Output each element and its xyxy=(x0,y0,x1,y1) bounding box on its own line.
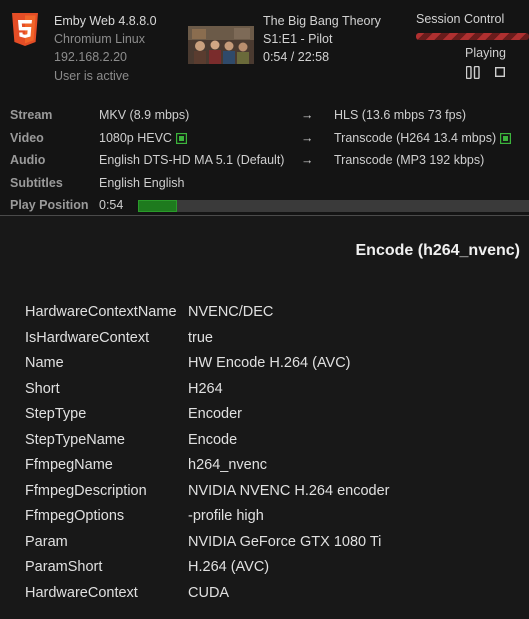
stat-target: Transcode (MP3 192 kbps) xyxy=(334,153,485,167)
property-key: Short xyxy=(25,381,60,397)
property-value: h264_nvenc xyxy=(188,457,268,473)
property-key: StepTypeName xyxy=(25,432,125,448)
playback-state: Playing xyxy=(465,46,506,60)
property-key: HardwareContext xyxy=(25,585,138,601)
client-app-name: Emby Web 4.8.8.0 xyxy=(54,14,157,28)
property-row: HardwareContext CUDA xyxy=(0,585,529,609)
stat-label: Stream xyxy=(10,108,53,122)
media-thumbnail[interactable] xyxy=(188,26,254,64)
property-row: FfmpegDescription NVIDIA NVENC H.264 enco… xyxy=(0,483,529,507)
stat-source: English English xyxy=(99,176,185,190)
property-value: Encode xyxy=(188,432,238,448)
hardware-chip-icon xyxy=(175,133,187,144)
stat-target: Transcode (H264 13.4 mbps) xyxy=(334,131,497,145)
property-value: H.264 (AVC) xyxy=(188,559,270,575)
media-episode: S1:E1 - Pilot xyxy=(263,32,333,47)
pause-icon[interactable] xyxy=(466,66,480,79)
stat-label: Subtitles xyxy=(10,176,63,190)
property-row: StepType Encoder xyxy=(0,406,529,430)
property-row: HardwareContextName NVENC/DEC xyxy=(0,304,529,328)
arrow-icon: → xyxy=(301,131,314,145)
stat-source: 1080p HEVC xyxy=(99,131,172,145)
stat-target: HLS (13.6 mbps 73 fps) xyxy=(334,108,467,122)
property-key: FfmpegDescription xyxy=(25,483,147,499)
property-key: Name xyxy=(25,355,64,371)
media-time: 0:54 / 22:58 xyxy=(263,50,330,65)
stat-row-audio: Audio English DTS-HD MA 5.1 (Default) → … xyxy=(0,153,529,171)
client-os: Chromium Linux xyxy=(54,32,146,47)
divider xyxy=(0,215,529,216)
session-panel: Emby Web 4.8.8.0 Chromium Linux 192.168.… xyxy=(0,0,529,215)
property-value: -profile high xyxy=(188,508,264,524)
property-key: IsHardwareContext xyxy=(25,330,150,346)
stat-source: English DTS-HD MA 5.1 (Default) xyxy=(99,153,285,167)
media-title[interactable]: The Big Bang Theory xyxy=(263,12,381,30)
property-value: Encoder xyxy=(188,406,243,422)
play-position-bar[interactable] xyxy=(138,200,529,212)
stat-label: Play Position xyxy=(10,198,89,212)
play-position-fill xyxy=(138,200,177,212)
stop-icon[interactable] xyxy=(495,67,505,77)
property-value: CUDA xyxy=(188,585,230,601)
hardware-chip-icon xyxy=(500,133,512,144)
stat-source-wrap: 1080p HEVC xyxy=(99,131,187,145)
property-value: NVIDIA GeForce GTX 1080 Ti xyxy=(188,534,382,550)
property-row: FfmpegName h264_nvenc xyxy=(0,457,529,481)
property-key: Param xyxy=(25,534,68,550)
stat-target-wrap: Transcode (H264 13.4 mbps) xyxy=(334,131,512,145)
property-value: true xyxy=(188,330,213,346)
property-row: ParamShort H.264 (AVC) xyxy=(0,559,529,583)
client-status: User is active xyxy=(54,68,130,83)
property-key: HardwareContextName xyxy=(25,304,177,320)
property-row: Name HW Encode H.264 (AVC) xyxy=(0,355,529,379)
stat-source: MKV (8.9 mbps) xyxy=(99,108,190,122)
property-row: FfmpegOptions -profile high xyxy=(0,508,529,532)
property-key: FfmpegName xyxy=(25,457,113,473)
arrow-icon: → xyxy=(301,153,314,167)
stat-row-stream: Stream MKV (8.9 mbps) → HLS (13.6 mbps 7… xyxy=(0,108,529,126)
property-value: NVENC/DEC xyxy=(188,304,274,320)
property-key: StepType xyxy=(25,406,87,422)
stat-label: Audio xyxy=(10,153,46,167)
property-value: NVIDIA NVENC H.264 encoder xyxy=(188,483,390,499)
property-value: H264 xyxy=(188,381,223,397)
session-control-title: Session Control xyxy=(416,12,505,26)
property-key: ParamShort xyxy=(25,559,103,575)
property-key: FfmpegOptions xyxy=(25,508,125,524)
arrow-icon: → xyxy=(301,108,314,122)
encode-section-title: Encode (h264_nvenc) xyxy=(355,242,521,259)
stat-row-subtitles: Subtitles English English xyxy=(0,176,529,194)
client-ip: 192.168.2.20 xyxy=(54,50,127,65)
property-row: Param NVIDIA GeForce GTX 1080 Ti xyxy=(0,534,529,558)
property-value: HW Encode H.264 (AVC) xyxy=(188,355,351,371)
stat-row-video: Video 1080p HEVC → Transcode (H264 13.4 … xyxy=(0,131,529,149)
property-row: IsHardwareContext true xyxy=(0,330,529,354)
property-row: Short H264 xyxy=(0,381,529,405)
now-playing-info: The Big Bang Theory S1:E1 - Pilot 0:54 /… xyxy=(263,12,381,67)
html5-icon xyxy=(12,13,38,46)
property-row: StepTypeName Encode xyxy=(0,432,529,456)
session-indicator-bar xyxy=(416,33,529,40)
play-position-time: 0:54 xyxy=(99,198,124,212)
stat-label: Video xyxy=(10,131,44,145)
client-info: Emby Web 4.8.8.0 Chromium Linux 192.168.… xyxy=(54,12,157,85)
